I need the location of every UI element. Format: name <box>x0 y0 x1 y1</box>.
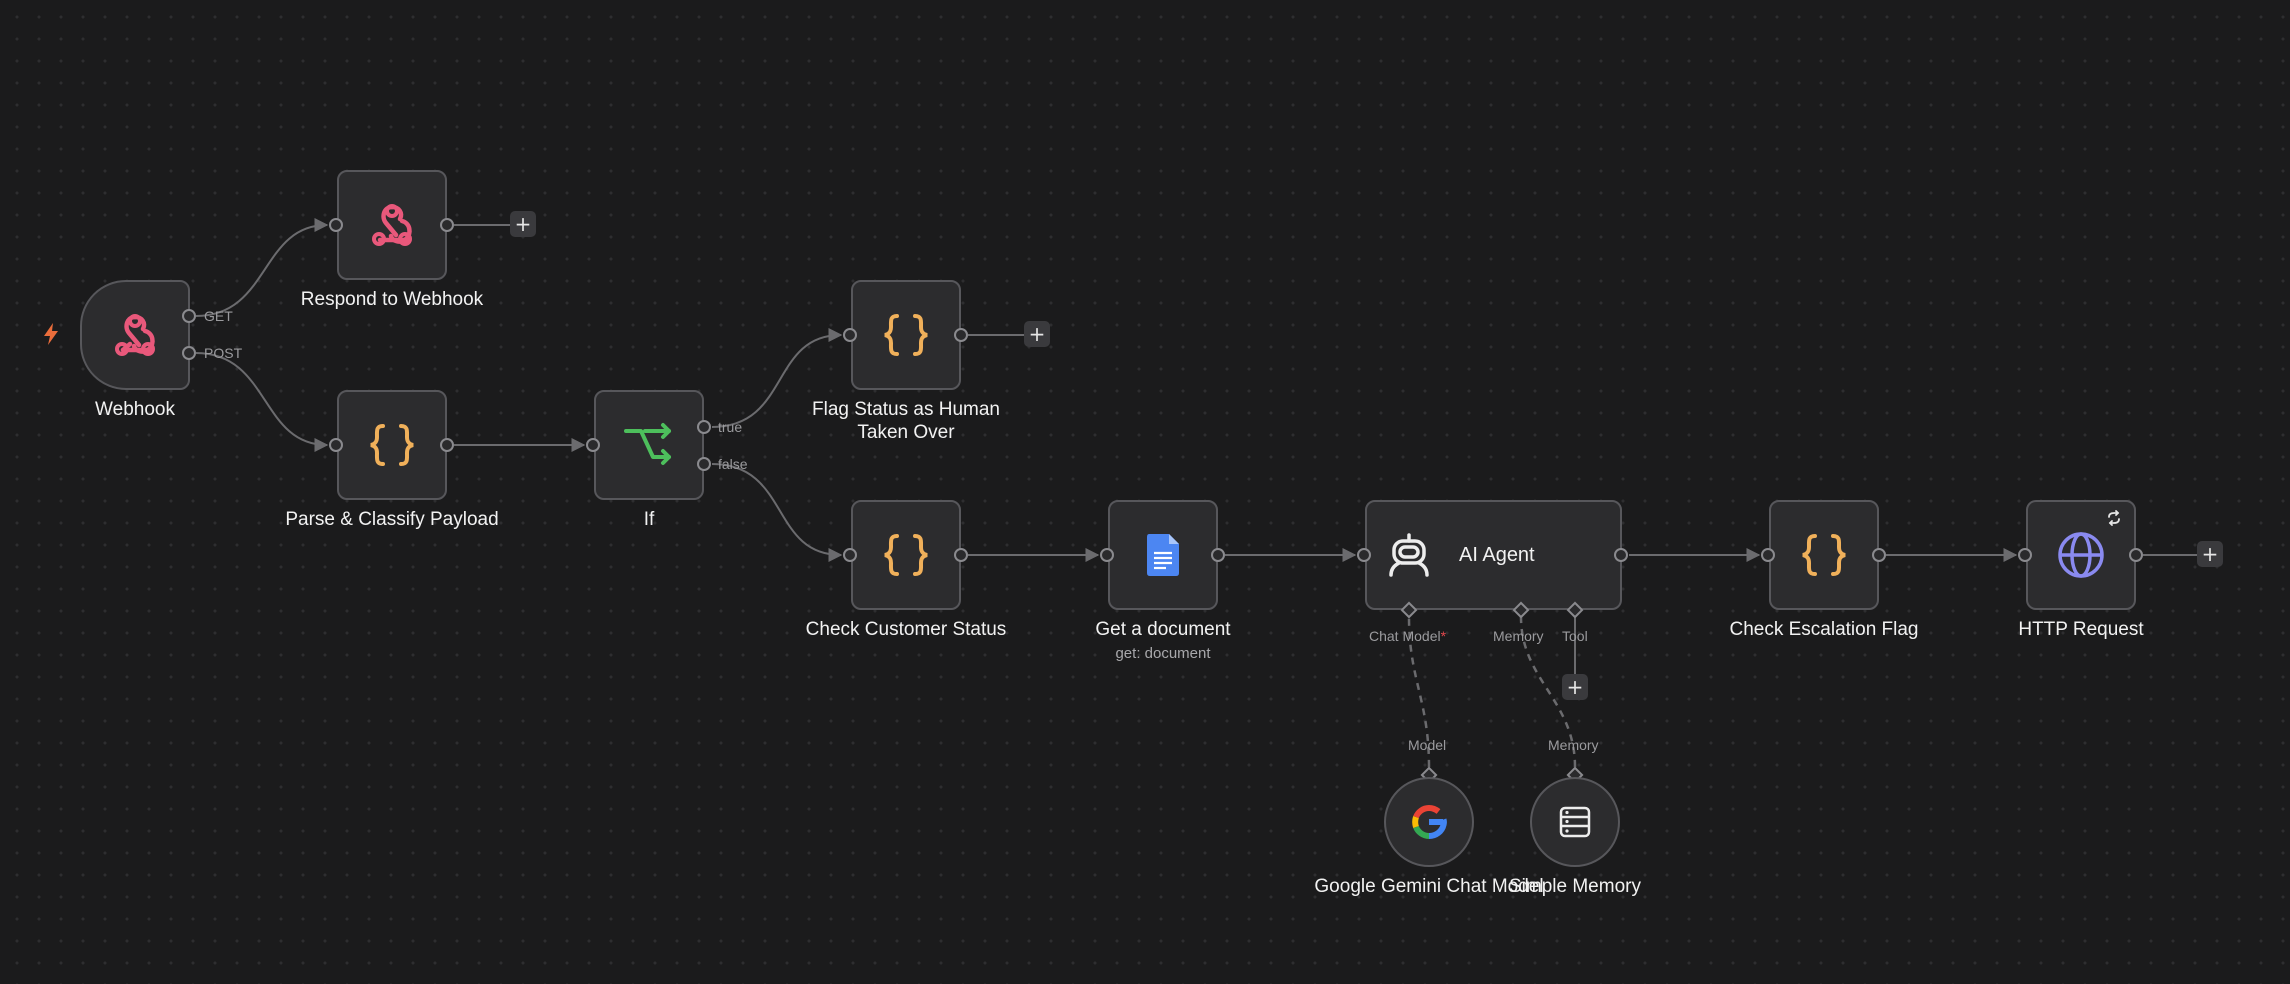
gemini-model-port-label: Model <box>1408 737 1447 753</box>
respond-add-node-button[interactable]: + <box>510 211 536 237</box>
ai-agent-input-port[interactable] <box>1357 548 1371 562</box>
if-input-port[interactable] <box>586 438 600 452</box>
webhook-node[interactable] <box>80 280 190 390</box>
webhook-get-output-port[interactable] <box>182 309 196 323</box>
gemini-chat-model-node[interactable] <box>1384 777 1474 867</box>
flag-output-port[interactable] <box>954 328 968 342</box>
flag-status-node[interactable] <box>851 280 961 390</box>
get-document-input-port[interactable] <box>1100 548 1114 562</box>
branch-icon <box>624 423 671 465</box>
get-document-subtitle: get: document <box>1115 645 1211 662</box>
tool-add-button[interactable]: + <box>1562 674 1588 700</box>
google-icon <box>1412 804 1447 839</box>
http-output-port[interactable] <box>2129 548 2143 562</box>
code-braces-icon <box>884 534 928 576</box>
flag-add-node-button[interactable]: + <box>1024 321 1050 347</box>
check-escalation-node-label: Check Escalation Flag <box>1729 619 1919 640</box>
check-escalation-node[interactable] <box>1769 500 1879 610</box>
get-document-output-port[interactable] <box>1211 548 1225 562</box>
if-false-output-port[interactable] <box>697 457 711 471</box>
code-braces-icon <box>370 424 414 466</box>
ai-agent-output-port[interactable] <box>1614 548 1628 562</box>
memory-node-label: Simple Memory <box>1509 876 1641 897</box>
code-braces-icon <box>884 314 928 356</box>
simple-memory-node[interactable] <box>1530 777 1620 867</box>
refresh-icon <box>2108 510 2120 526</box>
http-add-node-button[interactable]: + <box>2197 541 2223 567</box>
respond-to-webhook-node[interactable] <box>337 170 447 280</box>
trigger-bolt-icon <box>44 323 58 345</box>
robot-icon <box>1389 533 1429 577</box>
check-customer-node-label: Check Customer Status <box>805 619 1007 640</box>
ai-agent-node[interactable]: AI Agent <box>1365 500 1622 610</box>
code-braces-icon <box>1802 534 1846 576</box>
parse-classify-node[interactable] <box>337 390 447 500</box>
workflow-canvas[interactable]: GET POST Webhook + Respond to Webhook Pa… <box>0 0 2290 984</box>
webhook-icon <box>372 204 412 246</box>
memory-port-label: Memory <box>1493 628 1544 644</box>
http-node-label: HTTP Request <box>2018 619 2144 640</box>
get-document-node-label: Get a document <box>1095 619 1231 640</box>
ai-agent-title: AI Agent <box>1459 543 1535 566</box>
if-false-label: false <box>718 456 748 472</box>
if-true-output-port[interactable] <box>697 420 711 434</box>
check-customer-input-port[interactable] <box>843 548 857 562</box>
chat-model-port-label: Chat Model* <box>1369 628 1447 644</box>
if-node-label: If <box>643 509 655 530</box>
webhook-node-label: Webhook <box>95 399 175 420</box>
check-escalation-input-port[interactable] <box>1761 548 1775 562</box>
respond-input-port[interactable] <box>329 218 343 232</box>
webhook-post-output-port[interactable] <box>182 346 196 360</box>
globe-icon <box>2058 532 2104 578</box>
http-input-port[interactable] <box>2018 548 2032 562</box>
check-escalation-output-port[interactable] <box>1872 548 1886 562</box>
webhook-icon <box>115 314 155 356</box>
flag-input-port[interactable] <box>843 328 857 342</box>
if-true-label: true <box>718 419 743 435</box>
flag-node-label: Flag Status as Human Taken Over <box>812 399 1000 443</box>
webhook-get-label: GET <box>204 308 233 324</box>
parse-output-port[interactable] <box>440 438 454 452</box>
respond-output-port[interactable] <box>440 218 454 232</box>
database-icon <box>1559 806 1591 838</box>
respond-node-label: Respond to Webhook <box>300 289 484 310</box>
check-customer-output-port[interactable] <box>954 548 968 562</box>
webhook-post-label: POST <box>204 345 243 361</box>
parse-node-label: Parse & Classify Payload <box>285 509 499 530</box>
check-customer-status-node[interactable] <box>851 500 961 610</box>
get-document-node[interactable] <box>1108 500 1218 610</box>
parse-input-port[interactable] <box>329 438 343 452</box>
memory-node-port-label: Memory <box>1548 737 1599 753</box>
tool-port-label: Tool <box>1562 628 1588 644</box>
if-node[interactable] <box>594 390 704 500</box>
google-docs-icon <box>1147 534 1179 576</box>
